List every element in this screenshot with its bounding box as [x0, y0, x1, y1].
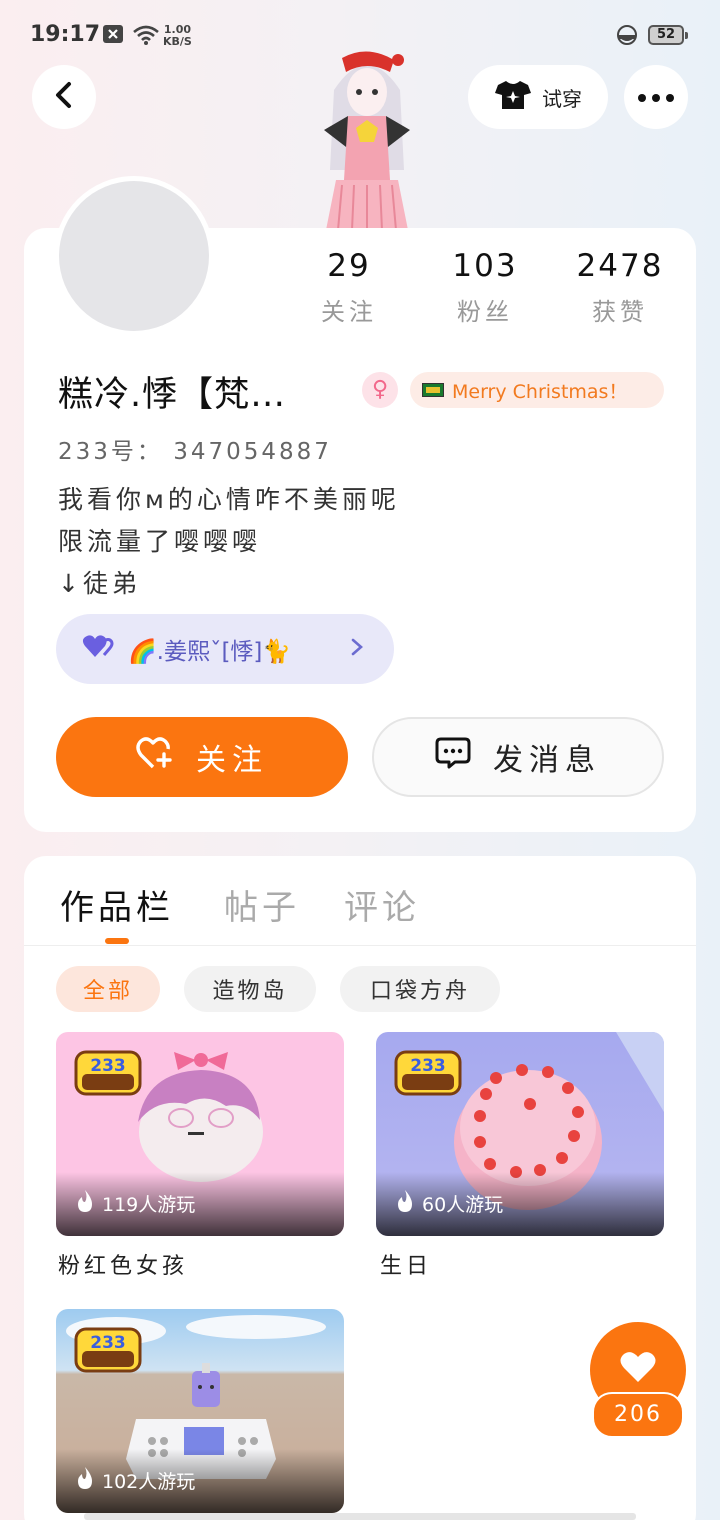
user-id: 233号： 347054887: [58, 439, 332, 465]
play-count: 60人游玩: [396, 1189, 503, 1218]
battery-indicator: 52: [648, 25, 688, 45]
play-count-text: 102人游玩: [102, 1471, 196, 1493]
follow-button[interactable]: 关注: [56, 717, 348, 797]
chat-bubble-icon: [435, 736, 471, 778]
divider: [24, 945, 696, 946]
back-button[interactable]: [32, 65, 96, 129]
try-on-label: 试穿: [542, 86, 582, 111]
game-card-birthday[interactable]: 233 60人游玩: [376, 1032, 664, 1236]
stat-likes[interactable]: 2478 获赞: [565, 248, 675, 327]
stat-fans-label: 粉丝: [457, 298, 513, 326]
play-count-text: 119人游玩: [102, 1194, 196, 1216]
svg-text:233: 233: [410, 1056, 446, 1076]
play-count: 119人游玩: [76, 1189, 195, 1218]
follow-label: 关注: [196, 743, 268, 778]
more-dots-icon: [637, 88, 675, 107]
filter-all[interactable]: 全部: [56, 966, 160, 1012]
svg-text:233: 233: [90, 1333, 126, 1353]
233-island-logo: 233: [74, 1327, 142, 1373]
stat-likes-value: 2478: [576, 248, 664, 284]
wifi-icon: [132, 24, 160, 50]
233-island-logo: 233: [74, 1050, 142, 1096]
heart-plus-icon: [136, 736, 174, 778]
stat-likes-label: 获赞: [592, 298, 648, 326]
game-title[interactable]: 生日: [380, 1248, 432, 1280]
flame-icon: [396, 1189, 414, 1218]
tab-indicator: [105, 938, 129, 944]
heart-pair-icon: [82, 633, 116, 665]
network-speed: 1.00 KB/S: [163, 24, 192, 48]
tab-works[interactable]: 作品栏: [60, 880, 174, 929]
tshirt-icon: [494, 79, 532, 116]
data-saver-icon: [616, 24, 638, 50]
svg-text:233: 233: [90, 1056, 126, 1076]
heart-icon: [618, 1350, 658, 1388]
avatar-character-image: [312, 50, 422, 231]
bio-line: ↓徒弟: [58, 569, 141, 598]
flame-icon: [76, 1189, 94, 1218]
friend-name: 🌈.姜熙ˇ[悸]🐈: [128, 639, 292, 665]
flame-icon: [76, 1466, 94, 1495]
notification-x-icon: [102, 24, 124, 48]
stat-following-value: 29: [327, 248, 371, 284]
tab-posts[interactable]: 帖子: [224, 880, 300, 929]
bottom-edge-bar: [84, 1513, 636, 1520]
net-speed-unit: KB/S: [163, 35, 192, 48]
chevron-right-icon: [350, 635, 364, 663]
game-card-device[interactable]: 233 102人游玩: [56, 1309, 344, 1513]
bio-line: 限流量了嘤嘤嘤: [58, 527, 262, 556]
tab-comments[interactable]: 评论: [344, 880, 420, 929]
stat-following[interactable]: 29 关注: [294, 248, 404, 327]
send-message-button[interactable]: 发消息: [372, 717, 664, 797]
christmas-badge[interactable]: Merry Christmas！: [410, 372, 664, 408]
game-title[interactable]: 粉红色女孩: [58, 1248, 188, 1280]
like-count: 206: [592, 1392, 684, 1438]
clock: 19:17: [30, 22, 101, 47]
filter-pocket-ark[interactable]: 口袋方舟: [340, 966, 500, 1012]
badge-text: Merry Christmas！: [452, 380, 628, 403]
play-count: 102人游玩: [76, 1466, 195, 1495]
friend-link-pill[interactable]: 🌈.姜熙ˇ[悸]🐈: [56, 614, 394, 684]
nickname: 糕冷.悸【梵…: [58, 375, 287, 415]
more-options-button[interactable]: [624, 65, 688, 129]
avatar[interactable]: [59, 181, 209, 331]
message-label: 发消息: [493, 743, 601, 778]
stat-fans[interactable]: 103 粉丝: [430, 248, 540, 327]
bio-line: 我看你м的心情咋不美丽呢: [58, 485, 400, 514]
try-on-button[interactable]: 试穿: [468, 65, 608, 129]
gender-female-icon: ♀: [362, 372, 398, 408]
play-count-text: 60人游玩: [422, 1194, 504, 1216]
flag-icon: [422, 383, 444, 397]
game-card-pink-girl[interactable]: 233 119人游玩: [56, 1032, 344, 1236]
233-island-logo: 233: [394, 1050, 462, 1096]
stat-fans-value: 103: [452, 248, 518, 284]
chevron-left-icon: [52, 80, 76, 114]
filter-island[interactable]: 造物岛: [184, 966, 316, 1012]
stat-following-label: 关注: [321, 298, 377, 326]
